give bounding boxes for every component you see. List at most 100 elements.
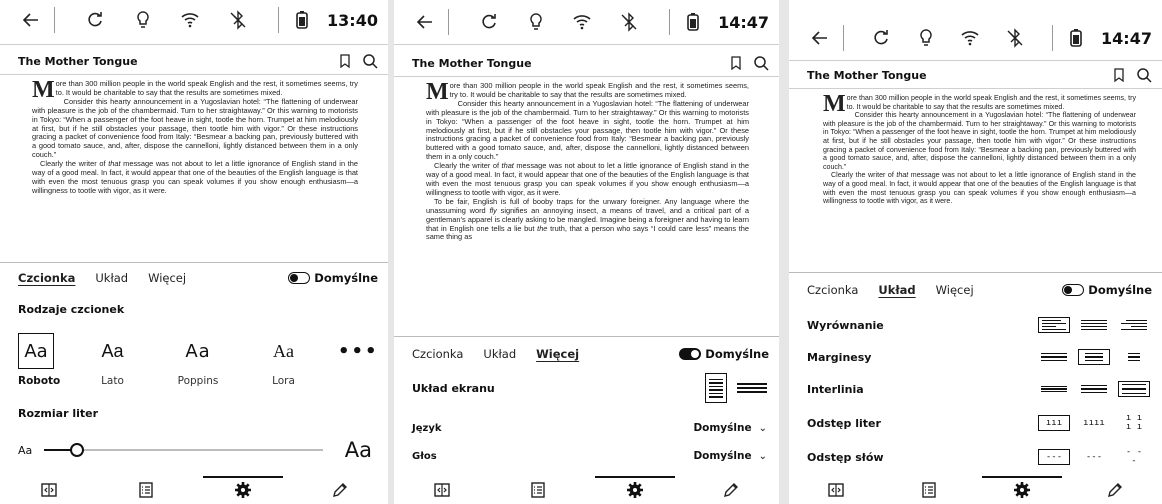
bulb-icon[interactable] (911, 25, 941, 51)
tab-fonts[interactable]: Czcionka (412, 347, 463, 361)
bulb-icon[interactable] (128, 7, 158, 33)
book-title: The Mother Tongue (807, 68, 927, 82)
drop-cap: M (823, 94, 846, 117)
bulb-icon[interactable] (521, 9, 551, 35)
clock: 14:47 (1101, 28, 1152, 48)
pen-icon (332, 483, 347, 497)
tab-more[interactable]: Więcej (936, 283, 974, 297)
font-option-lato[interactable]: Aa Lato (82, 333, 144, 388)
table-of-contents-icon (138, 482, 153, 498)
status-bar: 13:40 (0, 6, 388, 34)
line-spacing-label: Interlinia (807, 382, 864, 396)
nav-annotate[interactable] (701, 476, 761, 504)
nav-annotate[interactable] (310, 476, 370, 504)
search-icon[interactable] (753, 55, 769, 71)
nav-settings[interactable] (202, 476, 283, 504)
refresh-icon[interactable] (866, 25, 896, 51)
battery-icon (678, 9, 708, 35)
refresh-icon[interactable] (80, 7, 110, 33)
word-spacing-small-option[interactable]: --- (1038, 449, 1070, 465)
pen-icon (723, 483, 738, 497)
margins-label: Marginesy (807, 350, 872, 364)
defaults-toggle[interactable]: Domyślne (288, 271, 378, 285)
font-option-roboto[interactable]: Aa Roboto (18, 333, 60, 387)
letter-spacing-large-option[interactable]: ı ı ı ı (1118, 414, 1150, 432)
divider (669, 9, 671, 35)
voice-row[interactable]: Głos Domyślne ⌄ (412, 447, 767, 465)
toggle-switch[interactable] (679, 348, 702, 360)
word-spacing-medium-option[interactable]: --- (1078, 449, 1110, 465)
book-title: The Mother Tongue (18, 54, 138, 68)
wifi-icon[interactable] (175, 7, 205, 33)
divider (1052, 25, 1054, 51)
nav-settings[interactable] (594, 476, 675, 504)
search-icon[interactable] (1136, 67, 1152, 83)
font-option-poppins[interactable]: Aa Poppins (167, 333, 229, 388)
letter-spacing-medium-option[interactable]: ıııı (1078, 415, 1110, 431)
tab-fonts[interactable]: Czcionka (807, 283, 858, 297)
bluetooth-off-icon[interactable] (223, 7, 253, 33)
book-text: More than 300 million people in the worl… (426, 82, 749, 242)
defaults-toggle[interactable]: Domyślne (679, 347, 769, 361)
margin-large-option[interactable] (1118, 349, 1150, 365)
refresh-icon[interactable] (474, 9, 504, 35)
voice-label: Głos (412, 450, 437, 462)
align-left-option[interactable] (1038, 317, 1070, 333)
word-spacing-large-option[interactable]: - - - (1118, 448, 1150, 466)
align-justify-option[interactable] (1078, 317, 1110, 333)
font-size-slider[interactable] (44, 443, 323, 457)
line-spacing-large-option[interactable] (1118, 381, 1150, 397)
wifi-icon[interactable] (955, 25, 985, 51)
nav-contents[interactable] (899, 476, 959, 504)
title-bar: The Mother Tongue (0, 52, 388, 70)
margin-small-option[interactable] (1038, 349, 1070, 365)
bluetooth-off-icon[interactable] (1000, 25, 1030, 51)
voice-value: Domyślne (693, 450, 752, 462)
defaults-toggle[interactable]: Domyślne (1062, 283, 1152, 297)
toggle-switch[interactable] (1062, 284, 1085, 296)
nav-contents[interactable] (508, 476, 568, 504)
nav-annotate[interactable] (1085, 476, 1145, 504)
tab-fonts[interactable]: Czcionka (18, 271, 75, 285)
nav-settings[interactable] (982, 476, 1063, 504)
lines-layout-icon[interactable] (737, 383, 767, 393)
nav-page-turn[interactable] (412, 476, 472, 504)
toggle-switch[interactable] (288, 272, 311, 284)
letter-spacing-small-option[interactable]: ııı (1038, 415, 1070, 431)
line-spacing-medium-option[interactable] (1078, 381, 1110, 397)
language-row[interactable]: Język Domyślne ⌄ (412, 419, 767, 437)
font-option-lora[interactable]: Aa Lora (253, 333, 315, 388)
letter-spacing-row: Odstęp liter ııı ıııı ı ı ı ı (807, 413, 1150, 433)
search-icon[interactable] (362, 53, 378, 69)
title-bar: The Mother Tongue (394, 54, 779, 72)
bookmark-icon[interactable] (1111, 67, 1127, 83)
single-column-layout-icon[interactable] (705, 373, 727, 403)
chevron-down-icon: ⌄ (758, 450, 767, 462)
settings-sheet: Czcionka Układ Więcej Domyślne Układ ekr… (394, 336, 779, 504)
tab-layout[interactable]: Układ (483, 347, 516, 361)
back-arrow-icon[interactable] (410, 9, 440, 35)
nav-page-turn[interactable] (806, 476, 866, 504)
settings-gear-icon (626, 482, 643, 498)
settings-tabs: Czcionka Układ Więcej Domyślne (807, 281, 1152, 299)
nav-page-turn[interactable] (19, 476, 79, 504)
margin-medium-option[interactable] (1078, 349, 1110, 365)
align-right-option[interactable] (1118, 317, 1150, 333)
wifi-icon[interactable] (567, 9, 597, 35)
title-bar: The Mother Tongue (789, 66, 1162, 84)
tab-more[interactable]: Więcej (148, 271, 186, 285)
more-fonts-button[interactable]: ••• (338, 333, 378, 362)
bookmark-icon[interactable] (728, 55, 744, 71)
tab-more[interactable]: Więcej (536, 347, 579, 361)
tab-layout[interactable]: Układ (878, 283, 915, 297)
back-arrow-icon[interactable] (16, 7, 46, 33)
clock: 13:40 (327, 10, 378, 30)
bookmark-icon[interactable] (337, 53, 353, 69)
line-spacing-small-option[interactable] (1038, 381, 1070, 397)
back-arrow-icon[interactable] (805, 25, 835, 51)
bluetooth-off-icon[interactable] (614, 9, 644, 35)
tab-layout[interactable]: Układ (95, 271, 128, 285)
settings-gear-icon (234, 482, 251, 498)
slider-thumb[interactable] (70, 443, 85, 457)
nav-contents[interactable] (116, 476, 176, 504)
